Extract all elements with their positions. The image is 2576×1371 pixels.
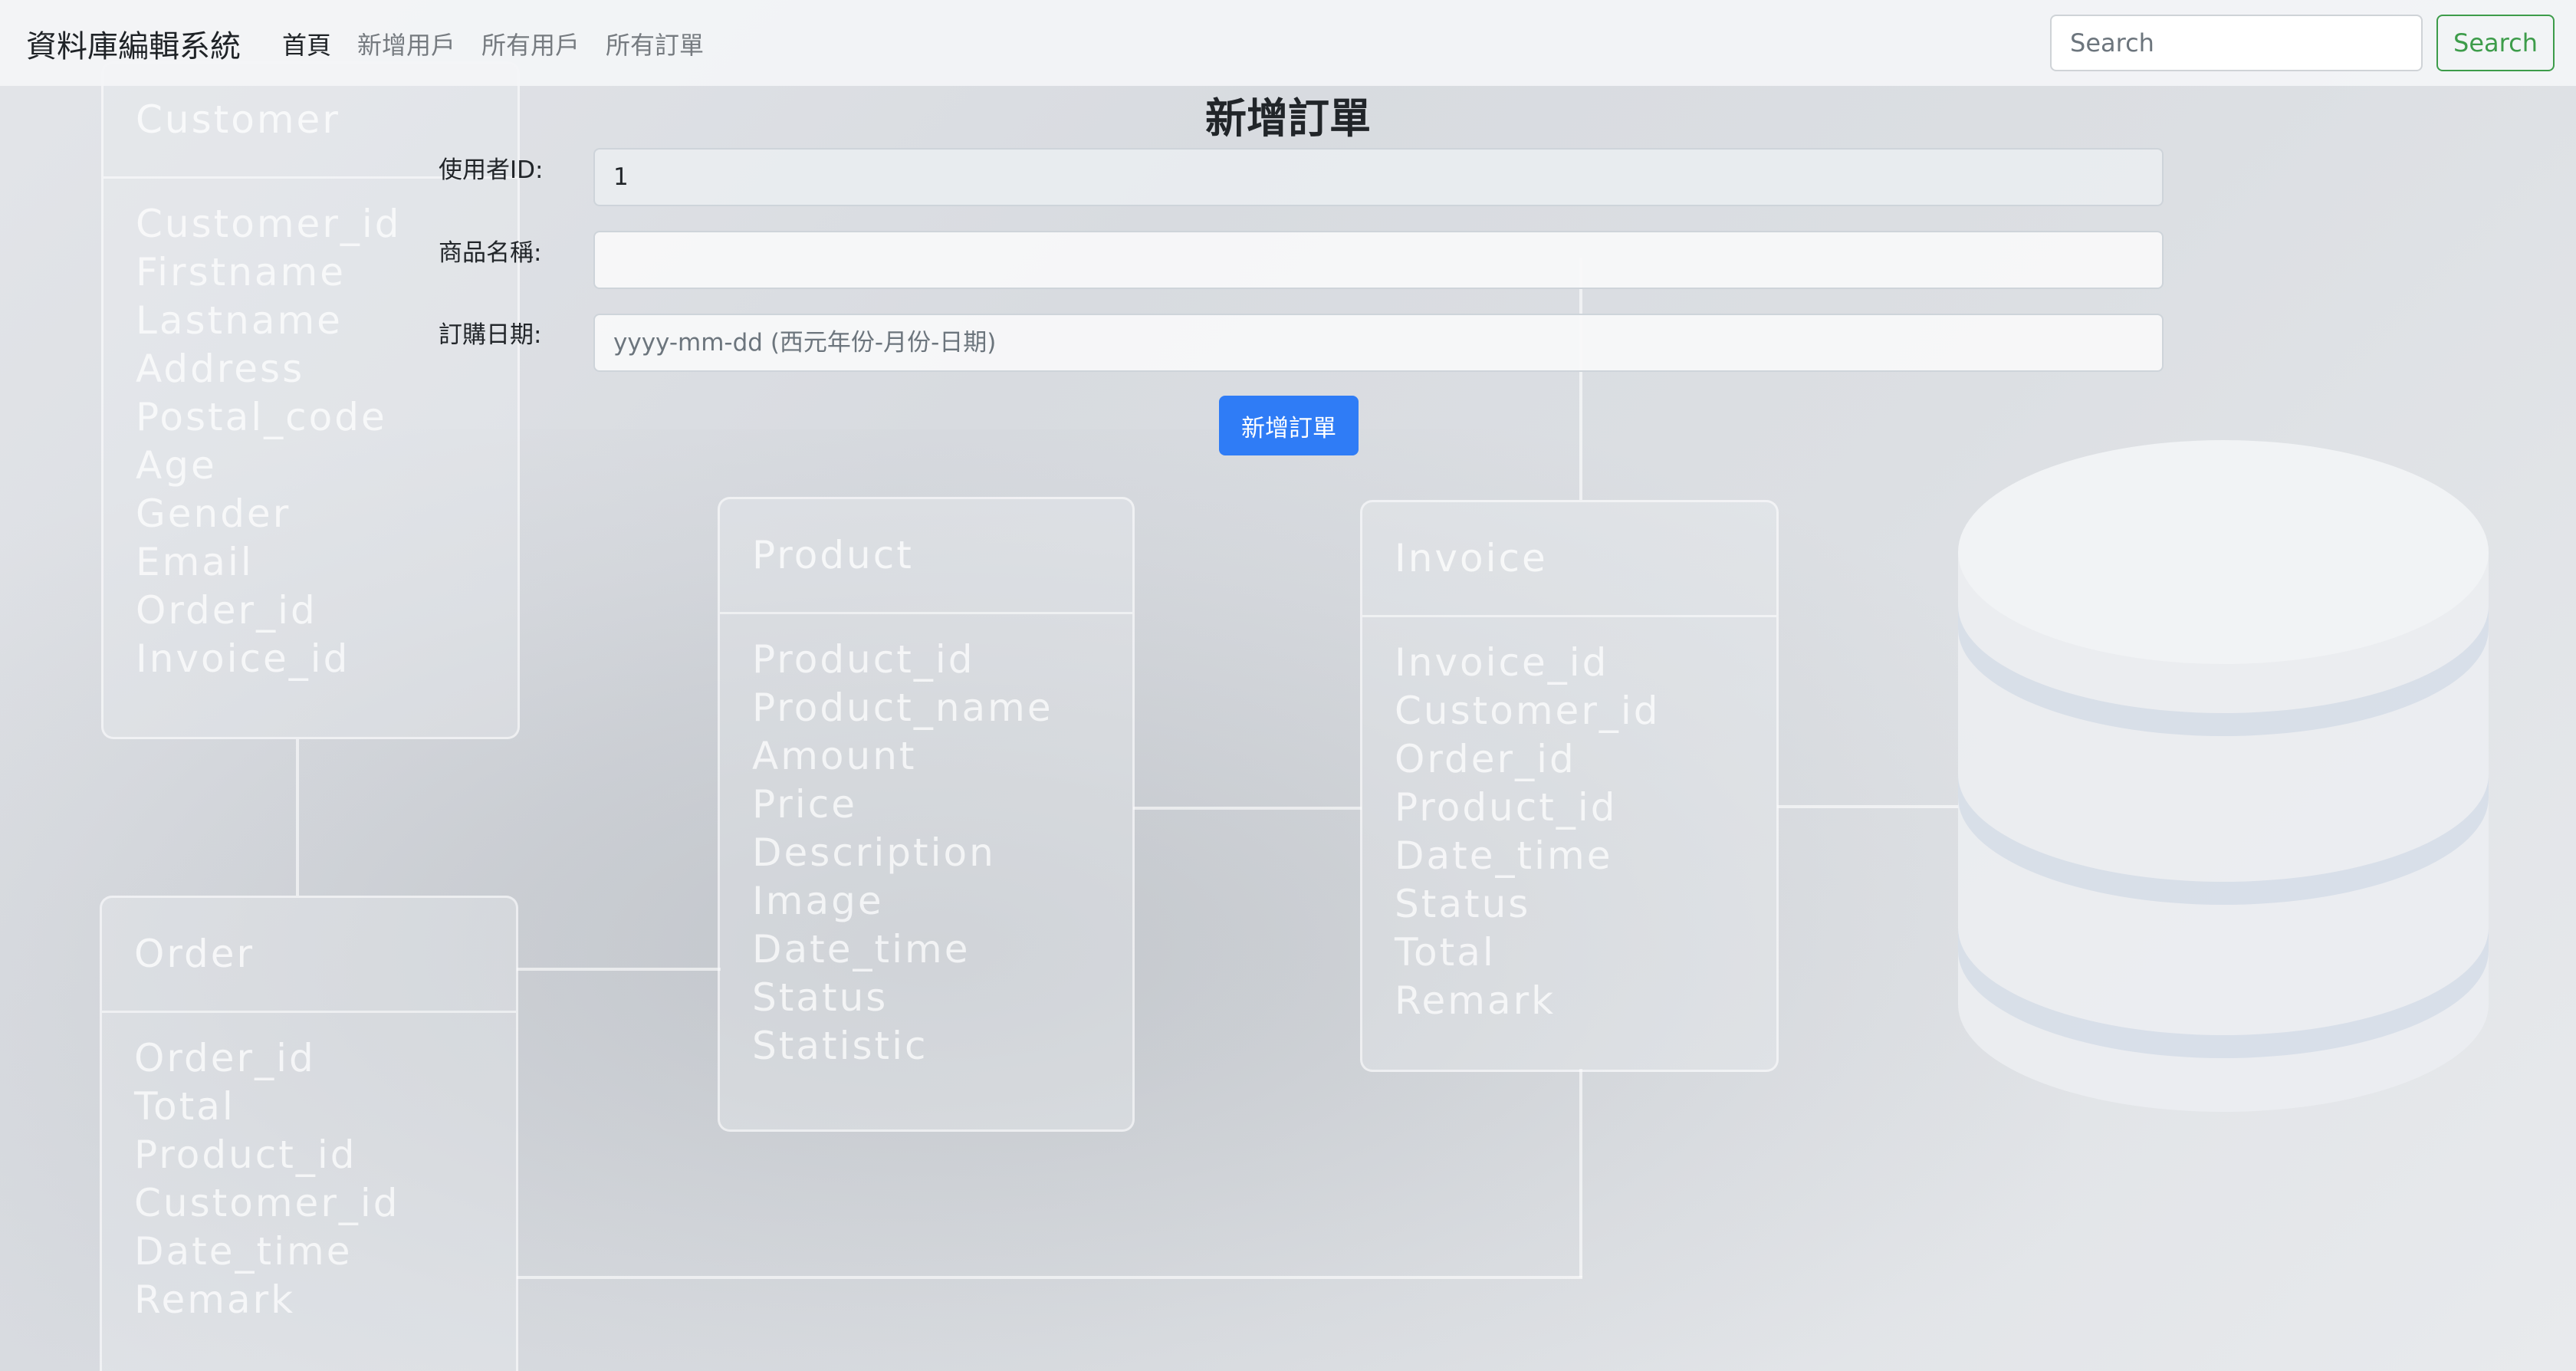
er-field: Description (752, 830, 996, 875)
er-field: Order_id (1395, 737, 1576, 781)
nav-link-all-orders[interactable]: 所有訂單 (606, 26, 704, 61)
er-table-fields: Product_id Product_name Amount Price Des… (752, 636, 1053, 1070)
er-field: Age (136, 443, 217, 488)
er-field: Amount (752, 734, 917, 778)
er-table-fields: Invoice_id Customer_id Order_id Product_… (1395, 639, 1661, 1025)
er-field: Remark (134, 1277, 296, 1322)
add-order-button[interactable]: 新增訂單 (1219, 396, 1359, 455)
er-field: Customer_id (1395, 689, 1661, 733)
er-field: Product_id (1395, 785, 1618, 830)
er-field: Date_time (1395, 833, 1613, 878)
er-field: Firstname (136, 250, 347, 294)
page-title: 新增訂單 (1205, 94, 1371, 143)
database-icon (1958, 440, 2489, 1112)
er-field: Date_time (134, 1229, 353, 1274)
er-field: Email (136, 540, 254, 584)
er-connector-line (1133, 807, 1362, 810)
er-field: Image (752, 879, 884, 923)
er-field: Total (134, 1084, 235, 1129)
er-field: Order_id (134, 1036, 316, 1080)
er-field: Order_id (136, 588, 317, 633)
nav-link-home[interactable]: 首頁 (282, 26, 331, 61)
er-connector-line (296, 739, 299, 896)
er-field: Price (752, 782, 857, 827)
er-field: Status (752, 975, 889, 1020)
order-date-label: 訂購日期: (439, 321, 542, 349)
er-table-product: Product Product_id Product_name Amount P… (718, 497, 1135, 1132)
er-field: Invoice_id (1395, 640, 1609, 685)
nav-links: 首頁 新增用戶 所有用戶 所有訂單 (282, 26, 730, 61)
er-field: Customer_id (136, 202, 402, 246)
er-connector-line (1777, 805, 1963, 808)
er-field: Statistic (752, 1024, 928, 1068)
er-field: Product_name (752, 686, 1053, 730)
er-connector-line (1579, 1069, 1582, 1277)
er-field: Remark (1395, 978, 1556, 1023)
search-button[interactable]: Search (2436, 15, 2555, 71)
er-field: Lastname (136, 298, 343, 343)
er-field: Product_id (134, 1133, 357, 1177)
er-field: Address (136, 347, 305, 391)
er-field: Total (1395, 930, 1496, 975)
user-id-field[interactable] (593, 148, 2164, 206)
er-field: Gender (136, 492, 291, 536)
er-field: Postal_code (136, 395, 387, 439)
product-name-label: 商品名稱: (439, 239, 542, 267)
er-table-order: Order Order_id Total Product_id Customer… (100, 896, 518, 1371)
nav-link-add-user[interactable]: 新增用戶 (357, 26, 455, 61)
er-table-title: Invoice (1362, 502, 1776, 617)
er-table-invoice: Invoice Invoice_id Customer_id Order_id … (1360, 500, 1779, 1072)
product-name-field[interactable] (593, 231, 2164, 289)
navbar: 資料庫編輯系統 首頁 新增用戶 所有用戶 所有訂單 Search (0, 0, 2576, 86)
er-table-fields: Order_id Total Product_id Customer_id Da… (134, 1034, 400, 1324)
user-id-label: 使用者ID: (439, 156, 544, 184)
er-connector-line (517, 968, 721, 971)
search-input[interactable] (2050, 15, 2423, 71)
er-table-fields: Customer_id Firstname Lastname Address P… (136, 200, 402, 683)
navbar-brand[interactable]: 資料庫編輯系統 (26, 21, 241, 66)
er-field: Invoice_id (136, 636, 350, 681)
er-table-title: Order (102, 898, 516, 1013)
er-field: Customer_id (134, 1181, 400, 1225)
nav-link-all-users[interactable]: 所有用戶 (481, 26, 580, 61)
er-field: Status (1395, 882, 1531, 926)
er-connector-line (1579, 258, 1582, 500)
er-field: Date_time (752, 927, 971, 972)
er-field: Product_id (752, 637, 975, 682)
er-table-title: Product (720, 499, 1132, 614)
er-connector-line (517, 1276, 1582, 1279)
order-date-field[interactable] (593, 314, 2164, 372)
